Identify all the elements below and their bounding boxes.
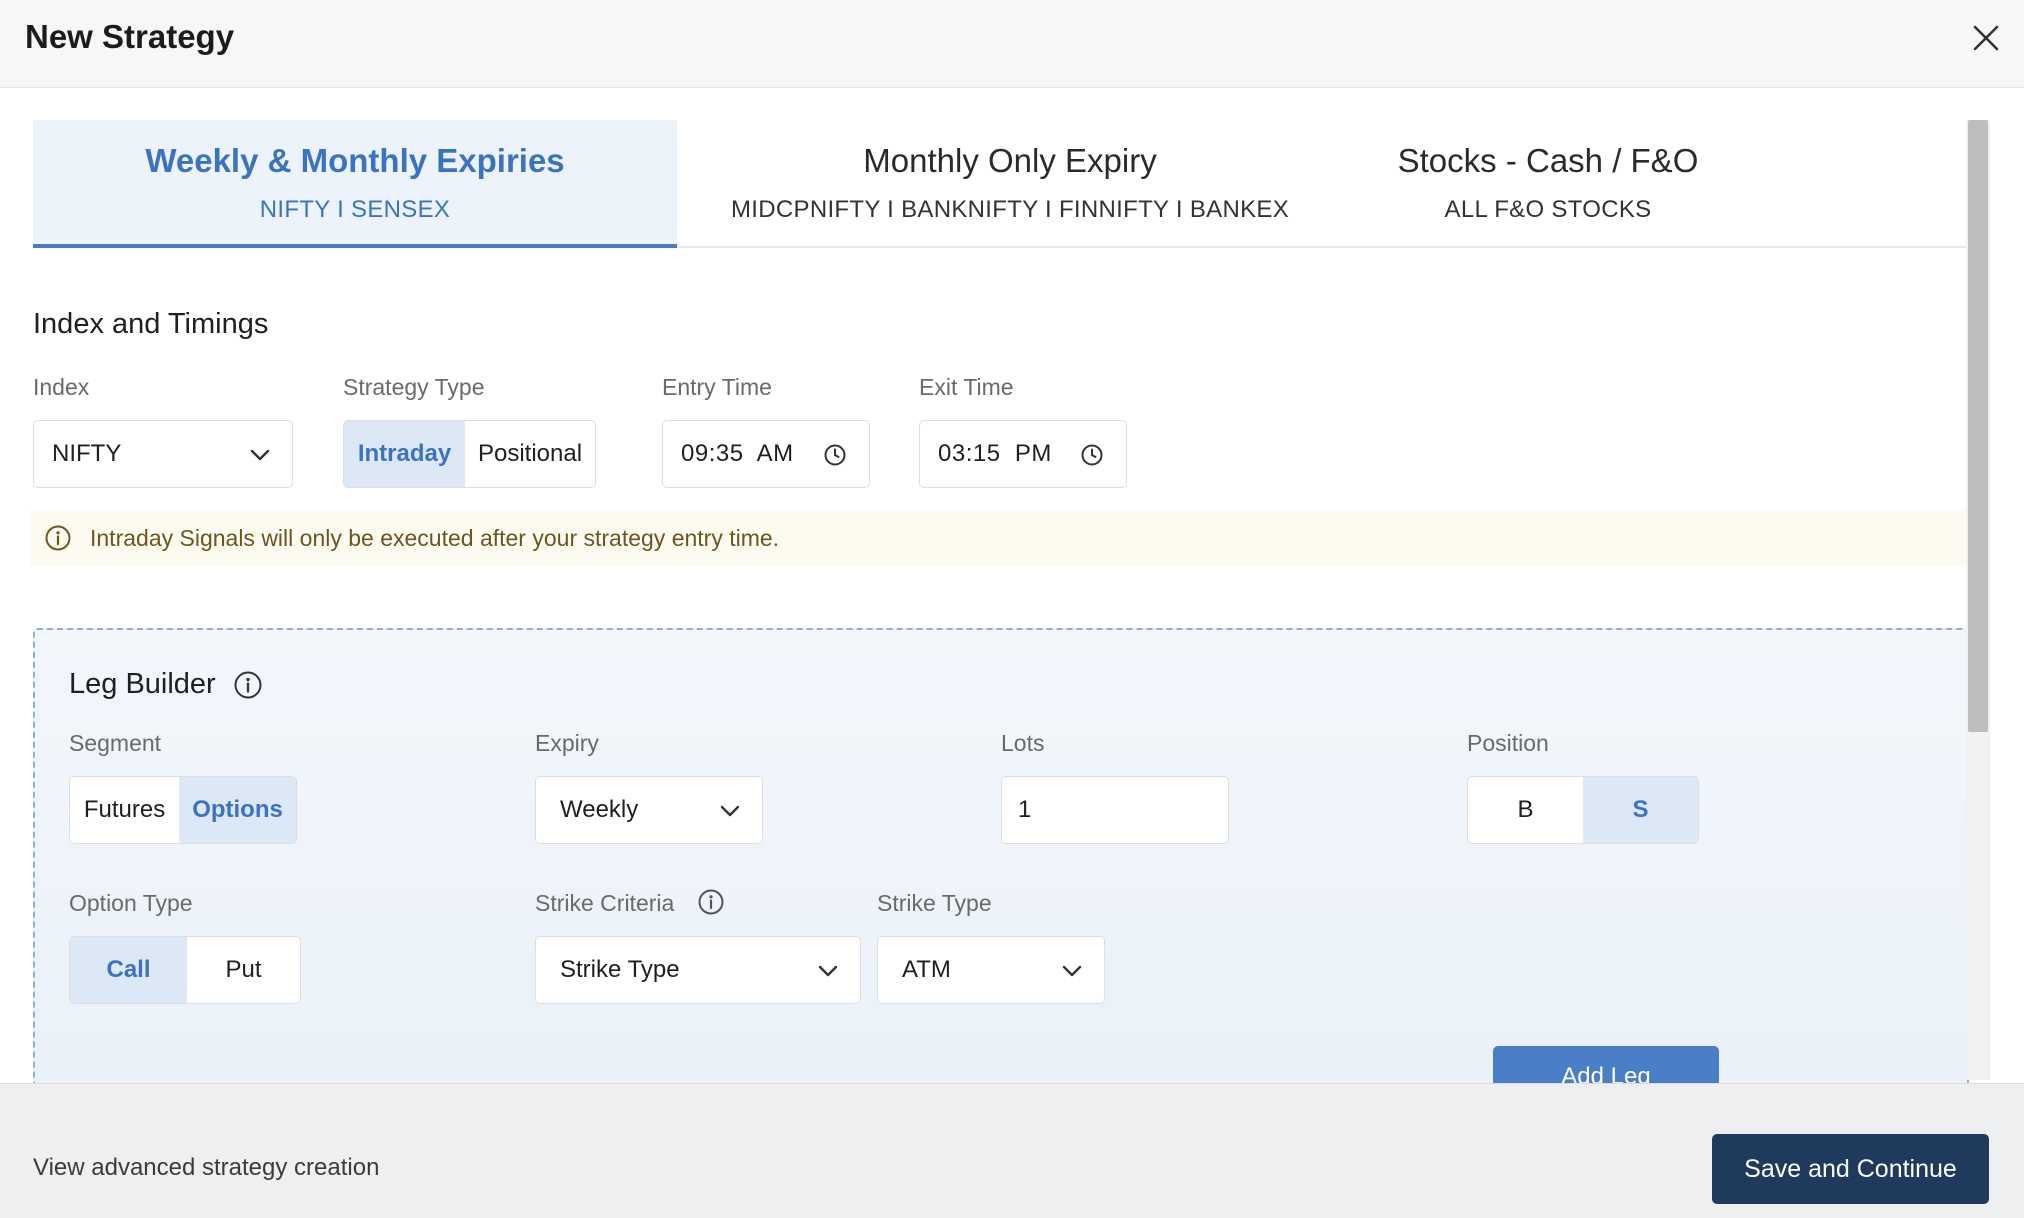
position-label: Position bbox=[1467, 730, 1549, 756]
tab-subtitle: MIDCPNIFTY I BANKNIFTY I FINNIFTY I BANK… bbox=[730, 196, 1289, 223]
chevron-down-icon bbox=[720, 805, 740, 817]
expiry-tabs: Weekly & Monthly Expiries NIFTY I SENSEX… bbox=[33, 120, 1967, 248]
tab-monthly-only[interactable]: Monthly Only Expiry MIDCPNIFTY I BANKNIF… bbox=[703, 120, 1317, 248]
segment-futures[interactable]: Futures bbox=[70, 777, 179, 843]
strike-criteria-value: Strike Type bbox=[560, 956, 680, 983]
entry-time-value: 09:35 AM bbox=[681, 440, 794, 467]
exit-time-input[interactable]: 03:15 PM bbox=[919, 420, 1127, 488]
option-type-toggle: Call Put bbox=[69, 936, 301, 1004]
option-type-label: Option Type bbox=[69, 890, 193, 916]
tab-stocks[interactable]: Stocks - Cash / F&O ALL F&O STOCKS bbox=[1333, 120, 1763, 248]
tab-title: Monthly Only Expiry bbox=[863, 142, 1157, 179]
entry-time-label: Entry Time bbox=[662, 374, 772, 400]
modal-footer: View advanced strategy creation Save and… bbox=[0, 1083, 2024, 1218]
close-icon bbox=[1973, 25, 1999, 51]
option-type-put[interactable]: Put bbox=[187, 937, 300, 1003]
position-sell[interactable]: S bbox=[1583, 777, 1698, 843]
strike-type-select[interactable]: ATM bbox=[877, 936, 1105, 1004]
scrollbar-thumb[interactable] bbox=[1968, 120, 1988, 732]
clock-icon bbox=[1081, 444, 1103, 466]
exit-time-value: 03:15 PM bbox=[938, 440, 1052, 467]
expiry-select-value: Weekly bbox=[560, 796, 639, 823]
option-type-call[interactable]: Call bbox=[70, 937, 187, 1003]
tab-title: Weekly & Monthly Expiries bbox=[145, 142, 565, 179]
lots-input[interactable]: 1 bbox=[1001, 776, 1229, 844]
segment-label: Segment bbox=[69, 730, 162, 756]
advanced-strategy-link[interactable]: View advanced strategy creation bbox=[33, 1154, 379, 1182]
chevron-down-icon bbox=[1062, 965, 1082, 977]
info-banner: Intraday Signals will only be executed a… bbox=[30, 510, 1968, 566]
info-banner-text: Intraday Signals will only be executed a… bbox=[90, 524, 780, 551]
expiry-label: Expiry bbox=[535, 730, 599, 756]
strategy-type-intraday[interactable]: Intraday bbox=[344, 421, 466, 487]
clock-icon bbox=[824, 444, 846, 466]
index-select[interactable]: NIFTY bbox=[33, 420, 293, 488]
info-icon bbox=[44, 524, 72, 552]
strike-criteria-select[interactable]: Strike Type bbox=[535, 936, 861, 1004]
tab-subtitle: NIFTY I SENSEX bbox=[259, 196, 451, 223]
position-toggle: B S bbox=[1467, 776, 1699, 844]
modal-title: New Strategy bbox=[25, 18, 235, 55]
expiry-select[interactable]: Weekly bbox=[535, 776, 763, 844]
section-title-index-timings: Index and Timings bbox=[33, 308, 269, 340]
strategy-type-label: Strategy Type bbox=[343, 374, 485, 400]
close-button[interactable] bbox=[1966, 18, 2006, 58]
exit-time-label: Exit Time bbox=[919, 374, 1014, 400]
leg-builder-panel: Leg Builder Segment Expiry Lots Position… bbox=[33, 628, 1969, 1148]
save-and-continue-button[interactable]: Save and Continue bbox=[1712, 1134, 1989, 1204]
chevron-down-icon bbox=[250, 449, 270, 461]
tab-weekly-monthly[interactable]: Weekly & Monthly Expiries NIFTY I SENSEX bbox=[33, 120, 677, 248]
leg-builder-title: Leg Builder bbox=[69, 668, 216, 700]
segment-options[interactable]: Options bbox=[179, 777, 296, 843]
modal-header: New Strategy bbox=[0, 0, 2024, 88]
lots-label: Lots bbox=[1001, 730, 1045, 756]
position-buy[interactable]: B bbox=[1468, 777, 1583, 843]
info-icon[interactable] bbox=[697, 888, 725, 916]
entry-time-input[interactable]: 09:35 AM bbox=[662, 420, 870, 488]
strategy-type-toggle: Intraday Positional bbox=[343, 420, 596, 488]
index-select-value: NIFTY bbox=[52, 440, 122, 467]
strategy-type-positional[interactable]: Positional bbox=[465, 421, 595, 487]
lots-input-value: 1 bbox=[1018, 796, 1032, 823]
strike-type-label: Strike Type bbox=[877, 890, 992, 916]
chevron-down-icon bbox=[818, 965, 838, 977]
index-label: Index bbox=[33, 374, 90, 400]
segment-toggle: Futures Options bbox=[69, 776, 297, 844]
info-icon[interactable] bbox=[233, 670, 263, 700]
strike-criteria-label: Strike Criteria bbox=[535, 890, 675, 916]
strike-type-value: ATM bbox=[902, 956, 951, 983]
tab-subtitle: ALL F&O STOCKS bbox=[1444, 196, 1652, 223]
tab-title: Stocks - Cash / F&O bbox=[1397, 142, 1699, 179]
